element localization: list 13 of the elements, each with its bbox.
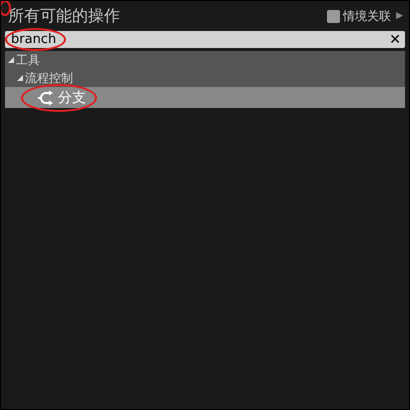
expand-triangle-icon[interactable]: [17, 75, 23, 81]
tree-category[interactable]: 工具: [5, 51, 405, 69]
checkbox[interactable]: [327, 10, 340, 22]
expand-arrow[interactable]: ▶: [396, 11, 403, 21]
category-label: 工具: [16, 52, 40, 68]
search-field[interactable]: branch ✕: [5, 31, 405, 48]
checkbox-label[interactable]: 情境关联: [343, 8, 392, 24]
branch-icon: [37, 90, 55, 106]
category-label: 流程控制: [25, 70, 73, 86]
window-title: 所有可能的操作: [8, 6, 120, 26]
close-icon[interactable]: ✕: [389, 32, 401, 46]
expand-triangle-icon[interactable]: [8, 57, 14, 63]
tree-category[interactable]: 流程控制: [5, 69, 405, 87]
